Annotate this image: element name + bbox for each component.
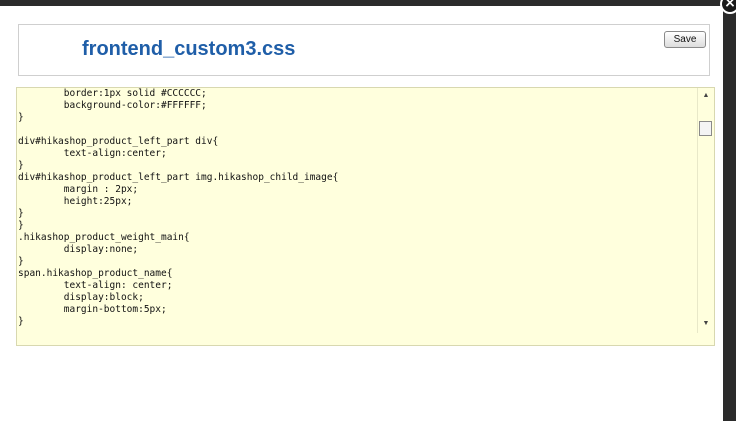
code-line: } (18, 316, 24, 327)
scrollbar-thumb[interactable] (699, 121, 712, 136)
code-line: height:25px; (18, 196, 133, 207)
file-header: frontend_custom3.css Save (18, 24, 710, 76)
code-line: } (18, 112, 24, 123)
code-line: div#hikashop_product_left_part div{ (18, 136, 219, 147)
code-line: display:block; (18, 292, 144, 303)
editor-bottom-strip (17, 333, 714, 345)
save-button[interactable]: Save (664, 31, 706, 48)
code-editor[interactable]: border:1px solid #CCCCCC; background-col… (16, 87, 715, 346)
code-line: } (18, 220, 24, 231)
vertical-scrollbar[interactable]: ▲ ▼ (697, 88, 714, 345)
code-line: span.hikashop_product_name{ (18, 268, 173, 279)
modal-window: frontend_custom3.css Save border:1px sol… (0, 6, 723, 421)
code-text-area[interactable]: border:1px solid #CCCCCC; background-col… (18, 88, 696, 345)
code-line: div#hikashop_product_left_part img.hikas… (18, 172, 339, 183)
code-line: margin-bottom:5px; (18, 304, 167, 315)
code-line: background-color:#FFFFFF; (18, 100, 207, 111)
code-line: text-align: center; (18, 280, 173, 291)
code-line: margin : 2px; (18, 184, 139, 195)
code-line: .hikashop_product_weight_main{ (18, 232, 190, 243)
code-line: } (18, 256, 24, 267)
code-line: display:none; (18, 244, 139, 255)
code-line: border:1px solid #CCCCCC; (18, 88, 207, 99)
file-title: frontend_custom3.css (82, 38, 296, 60)
scroll-down-arrow-icon[interactable]: ▼ (701, 319, 711, 329)
code-line: text-align:center; (18, 148, 167, 159)
scroll-up-arrow-icon[interactable]: ▲ (701, 91, 711, 101)
code-line: } (18, 160, 24, 171)
code-line: } (18, 208, 24, 219)
